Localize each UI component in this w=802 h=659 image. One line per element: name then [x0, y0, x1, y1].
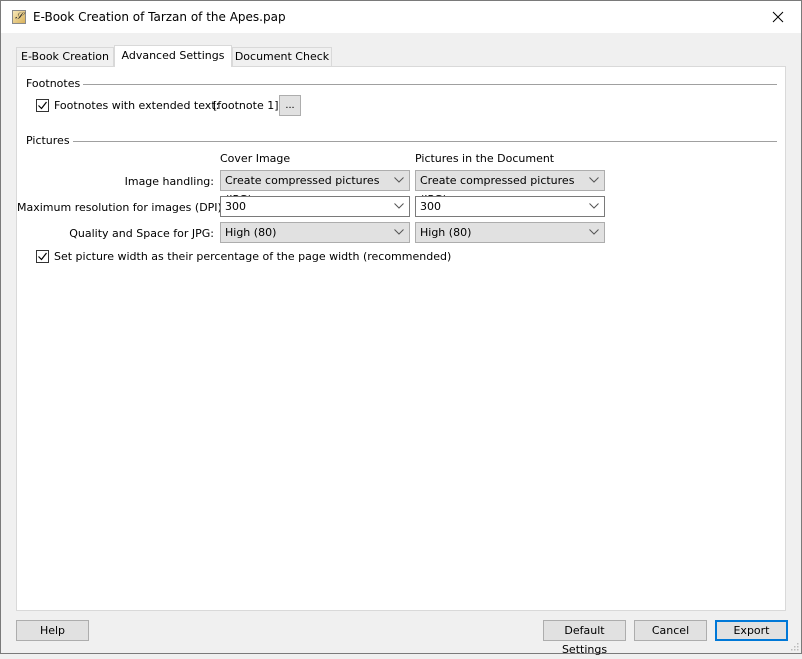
- chevron-down-icon: [589, 203, 599, 209]
- footnotes-extended-label: Footnotes with extended text:: [54, 99, 220, 112]
- tab-ebook-creation[interactable]: E-Book Creation: [16, 47, 114, 66]
- image-handling-label: Image handling:: [124, 175, 214, 188]
- close-button[interactable]: [755, 1, 801, 33]
- resize-grip-icon[interactable]: [791, 643, 799, 651]
- cover-jpg-quality-select[interactable]: High (80): [220, 222, 410, 243]
- document-jpg-quality-select[interactable]: High (80): [415, 222, 605, 243]
- title-bar: 𝒮 E-Book Creation of Tarzan of the Apes.…: [1, 1, 801, 33]
- default-settings-button[interactable]: Default Settings: [543, 620, 626, 656]
- document-image-handling-select[interactable]: Create compressed pictures (JPG): [415, 170, 605, 206]
- chevron-down-icon: [394, 177, 404, 183]
- select-value: High (80): [225, 226, 277, 239]
- tab-label: Document Check: [234, 50, 330, 63]
- chevron-down-icon: [589, 177, 599, 183]
- picture-width-percentage-checkbox[interactable]: [36, 250, 49, 263]
- window-title: E-Book Creation of Tarzan of the Apes.pa…: [33, 10, 286, 24]
- document-pictures-header: Pictures in the Document: [415, 152, 555, 165]
- close-icon: [772, 11, 784, 23]
- select-value: High (80): [420, 226, 472, 239]
- tab-panel-advanced-settings: Footnotes Footnotes with extended text: …: [16, 66, 786, 611]
- cancel-button[interactable]: Cancel: [634, 620, 707, 641]
- help-button[interactable]: Help: [16, 620, 89, 641]
- pictures-group-label: Pictures: [26, 134, 70, 147]
- pictures-divider: [73, 141, 777, 142]
- footnotes-extended-checkbox[interactable]: [36, 99, 49, 112]
- footnotes-group-label: Footnotes: [26, 77, 81, 90]
- cover-max-resolution-combobox[interactable]: 300: [220, 196, 410, 217]
- combobox-value: 300: [225, 200, 246, 213]
- chevron-down-icon: [394, 229, 404, 235]
- max-resolution-label: Maximum resolution for images (DPI):: [17, 201, 226, 214]
- export-button[interactable]: Export: [715, 620, 788, 641]
- cover-image-handling-select[interactable]: Create compressed pictures (JPG): [220, 170, 410, 206]
- footnote-value: [footnote 1]: [213, 99, 279, 112]
- papyrus-app-icon: 𝒮: [12, 10, 26, 24]
- dialog-window: 𝒮 E-Book Creation of Tarzan of the Apes.…: [0, 0, 802, 656]
- footnote-browse-button[interactable]: ...: [279, 95, 301, 116]
- combobox-value: 300: [420, 200, 441, 213]
- jpg-quality-label: Quality and Space for JPG:: [69, 227, 214, 240]
- chevron-down-icon: [589, 229, 599, 235]
- footnotes-divider: [83, 84, 777, 85]
- tab-label: E-Book Creation: [21, 50, 109, 63]
- checkmark-icon: [38, 252, 47, 261]
- document-max-resolution-combobox[interactable]: 300: [415, 196, 605, 217]
- tab-advanced-settings[interactable]: Advanced Settings: [114, 45, 232, 67]
- tab-document-check[interactable]: Document Check: [232, 47, 332, 66]
- tab-label: Advanced Settings: [121, 49, 225, 62]
- checkmark-icon: [38, 101, 47, 110]
- picture-width-percentage-label: Set picture width as their percentage of…: [54, 250, 452, 263]
- cover-image-header: Cover Image: [220, 152, 291, 165]
- chevron-down-icon: [394, 203, 404, 209]
